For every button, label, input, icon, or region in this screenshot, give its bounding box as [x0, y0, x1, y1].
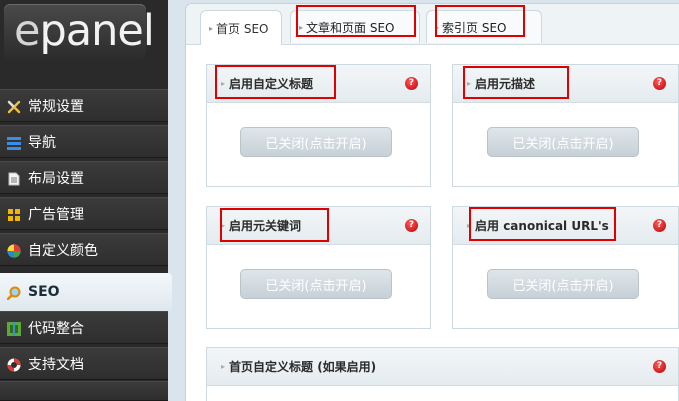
logo-text: panel: [39, 6, 154, 56]
sidebar-item-code-integration[interactable]: 代码整合: [0, 311, 168, 344]
code-icon: [7, 321, 21, 336]
highlight-box: [435, 5, 525, 37]
sidebar-item-label: 支持文档: [28, 356, 84, 373]
main-area: ▸ 首页 SEO ▸ 文章和页面 SEO ▸ 索引页 SEO ▸ 启用自定义标题 ? 已…: [172, 0, 679, 401]
logo-letter-e: e: [14, 6, 40, 56]
tab-bar: ▸ 首页 SEO ▸ 文章和页面 SEO ▸ 索引页 SEO: [186, 4, 679, 45]
tab-home-seo[interactable]: ▸ 首页 SEO: [200, 10, 282, 45]
sidebar-item-custom-colors[interactable]: 自定义颜色: [0, 233, 168, 266]
sidebar-item-navigation[interactable]: 导航: [0, 125, 168, 158]
content-panel: ▸ 首页 SEO ▸ 文章和页面 SEO ▸ 索引页 SEO ▸ 启用自定义标题 ? 已…: [186, 4, 679, 401]
sidebar-item-seo[interactable]: SEO: [0, 273, 172, 311]
toggle-custom-title-button[interactable]: 已关闭(点击开启): [240, 127, 392, 157]
sidebar-item-label: 自定义颜色: [28, 242, 98, 259]
sidebar: epanel 常规设置 导航 布局设置 广告管理 自定义颜色 SEO 代码整合 …: [0, 0, 172, 401]
sidebar-item-general-settings[interactable]: 常规设置: [0, 89, 168, 122]
highlight-box: [469, 207, 616, 241]
panel-homepage-custom-title: ▸ 首页自定义标题 (如果启用) ?: [206, 347, 679, 401]
wrench-icon: [7, 99, 21, 113]
highlight-box: [296, 5, 416, 37]
epanel-logo: epanel: [4, 4, 155, 60]
sidebar-item-label: SEO: [28, 284, 60, 300]
color-wheel-icon: [7, 243, 21, 257]
sidebar-item-label: 常规设置: [28, 98, 84, 115]
help-icon[interactable]: ?: [653, 360, 666, 373]
toggle-canonical-urls-button[interactable]: 已关闭(点击开启): [487, 269, 639, 299]
document-icon: [7, 171, 21, 185]
help-icon[interactable]: ?: [405, 77, 418, 90]
highlight-box: [463, 66, 569, 99]
sidebar-item-label: 广告管理: [28, 206, 84, 223]
sidebar-item-label: 布局设置: [28, 170, 84, 187]
sidebar-item-layout-settings[interactable]: 布局设置: [0, 161, 168, 194]
toggle-meta-description-button[interactable]: 已关闭(点击开启): [487, 127, 639, 157]
tab-label: 首页 SEO: [216, 21, 269, 36]
panel-title: 首页自定义标题 (如果启用): [229, 360, 377, 374]
help-icon[interactable]: ?: [653, 219, 666, 232]
help-icon[interactable]: ?: [405, 219, 418, 232]
toggle-meta-keywords-button[interactable]: 已关闭(点击开启): [240, 269, 392, 299]
highlight-box: [220, 208, 329, 242]
magnifier-icon: [6, 285, 21, 301]
sidebar-item-ad-management[interactable]: 广告管理: [0, 197, 168, 230]
sidebar-item-support-docs[interactable]: 支持文档: [0, 347, 168, 380]
lifebuoy-icon: [7, 357, 21, 371]
highlight-box: [215, 65, 336, 99]
help-icon[interactable]: ?: [653, 77, 666, 90]
sidebar-item-label: 导航: [28, 134, 56, 151]
grid-icon: [7, 207, 21, 221]
sidebar-item-label: 代码整合: [28, 320, 84, 337]
menu-icon: [7, 135, 21, 150]
sidebar-item-partial: [0, 381, 168, 401]
